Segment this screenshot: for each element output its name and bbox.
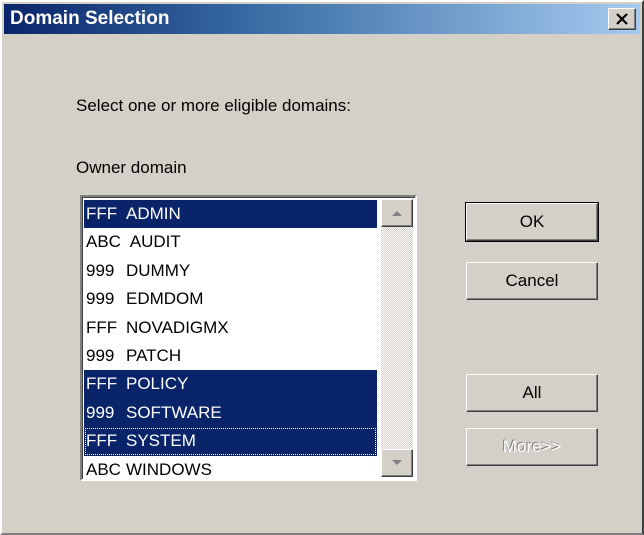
- domain-name: NOVADIGMX: [126, 317, 229, 337]
- dialog-title: Domain Selection: [10, 8, 170, 29]
- domain-name: AUDIT: [126, 232, 181, 252]
- list-item[interactable]: 999 PATCH: [84, 342, 377, 370]
- domain-name: SOFTWARE: [126, 402, 222, 422]
- domain-code: 999: [86, 345, 115, 365]
- domain-name: SYSTEM: [126, 431, 196, 451]
- domain-code: FFF: [86, 374, 118, 394]
- list-item[interactable]: FFF POLICY: [84, 370, 377, 399]
- list-item[interactable]: FFF SYSTEM: [84, 427, 377, 456]
- domain-code: 999: [86, 289, 115, 309]
- more-button: More>>: [466, 428, 598, 466]
- domain-listbox[interactable]: FFF ADMIN ABC AUDIT 999 DUMMY 999 EDMDOM FFF NOV…: [80, 195, 417, 481]
- close-button[interactable]: [608, 8, 636, 30]
- cancel-button[interactable]: Cancel: [466, 262, 598, 300]
- owner-domain-column-header: Owner domain: [76, 158, 187, 177]
- instruction-label: Select one or more eligible domains:: [76, 96, 351, 115]
- domain-name: DUMMY: [126, 260, 191, 280]
- arrow-down-icon: [392, 460, 402, 465]
- domain-name: PATCH: [126, 345, 182, 365]
- domain-code: FFF: [86, 317, 118, 337]
- domain-code: FFF: [86, 431, 118, 451]
- vertical-scrollbar[interactable]: [381, 199, 413, 477]
- domain-name: WINDOWS: [126, 459, 212, 479]
- domain-selection-dialog: Domain Selection Select one or more elig…: [0, 0, 644, 535]
- close-icon: [616, 13, 628, 25]
- list-item[interactable]: 999 DUMMY: [84, 257, 377, 285]
- select-all-button[interactable]: All: [466, 374, 598, 412]
- title-bar[interactable]: Domain Selection: [4, 4, 640, 34]
- ok-button[interactable]: OK: [465, 202, 599, 242]
- domain-name: EDMDOM: [126, 289, 204, 309]
- domain-code: ABC: [86, 459, 121, 479]
- domain-name: POLICY: [126, 374, 189, 394]
- list-item[interactable]: FFF NOVADIGMX: [84, 314, 377, 342]
- domain-code: ABC: [86, 232, 121, 252]
- arrow-up-icon: [392, 211, 402, 216]
- scroll-up-button[interactable]: [381, 199, 413, 227]
- domain-code: 999: [86, 260, 115, 280]
- list-item[interactable]: ABC WINDOWS: [84, 456, 377, 484]
- list-item[interactable]: 999 SOFTWARE: [84, 398, 377, 428]
- domain-code: 999: [86, 402, 115, 422]
- domain-name: ADMIN: [126, 204, 181, 223]
- scroll-down-button[interactable]: [381, 449, 413, 477]
- domain-list-rows: FFF ADMIN ABC AUDIT 999 DUMMY 999 EDMDOM FFF NOV…: [84, 200, 377, 484]
- list-item[interactable]: 999 EDMDOM: [84, 285, 377, 313]
- list-item[interactable]: ABC AUDIT: [84, 228, 377, 256]
- domain-code: FFF: [86, 204, 118, 223]
- list-item[interactable]: FFF ADMIN: [84, 200, 377, 229]
